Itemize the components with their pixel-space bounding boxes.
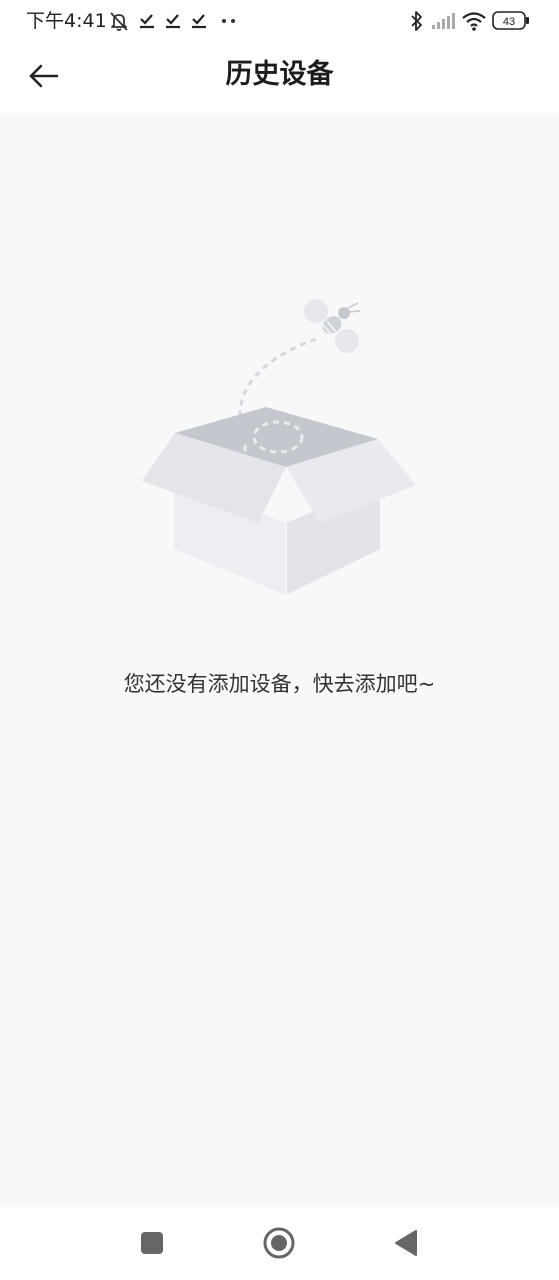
mute-notification-icon: [110, 12, 128, 31]
battery-icon: 43: [492, 11, 529, 30]
page-title: 历史设备: [225, 59, 334, 90]
status-time: 下午4:41: [26, 10, 107, 32]
check-download-icon: [140, 14, 154, 29]
empty-state-message: 您还没有添加设备，快去添加吧~: [123, 672, 436, 696]
back-triangle-icon: [395, 1230, 417, 1256]
check-download-icon: [166, 14, 180, 29]
home-button[interactable]: [259, 1223, 299, 1263]
recents-square-icon: [141, 1232, 163, 1254]
bluetooth-icon: [411, 11, 422, 31]
more-dots-icon: [222, 19, 235, 23]
home-circle-icon: [263, 1227, 295, 1259]
wifi-icon: [462, 12, 486, 31]
title-bar: 历史设备: [0, 40, 559, 113]
main-content: 您还没有添加设备，快去添加吧~: [0, 113, 559, 1207]
signal-icon: [432, 13, 455, 29]
recents-button[interactable]: [132, 1223, 172, 1263]
status-bar: 下午4:41 43: [0, 0, 559, 40]
check-download-icon: [192, 14, 206, 29]
empty-box-illustration: [142, 299, 416, 595]
battery-level-text: 43: [503, 16, 515, 28]
nav-back-button[interactable]: [386, 1223, 426, 1263]
system-nav-bar: [0, 1207, 559, 1280]
